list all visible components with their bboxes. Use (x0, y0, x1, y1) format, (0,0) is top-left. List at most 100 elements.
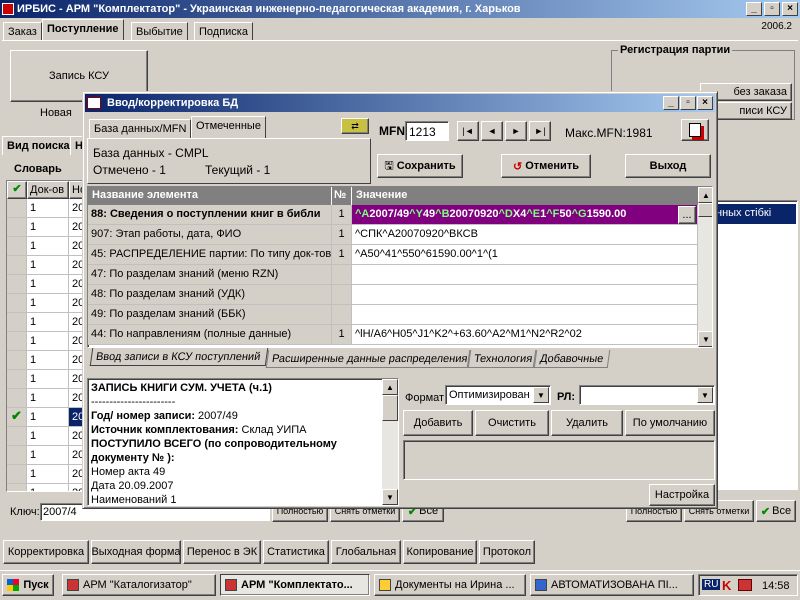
save-button[interactable]: 🖫 Сохранить (377, 154, 463, 178)
grid-row-docs[interactable]: 1 (27, 465, 69, 484)
grid-row-docs[interactable]: 1 (27, 332, 69, 351)
grid-row-docs[interactable]: 1 (27, 484, 69, 491)
delete-button[interactable]: Удалить (551, 410, 623, 436)
bottom-tab-5[interactable]: Глобальная (331, 540, 401, 564)
dialog-minimize-button[interactable]: _ (663, 96, 679, 110)
grid-row-check[interactable] (7, 332, 27, 351)
close-button[interactable]: × (782, 2, 798, 16)
field-value-selected[interactable]: ^A2007/49^Y49^B20070920^DX4^E1^F50^G1590… (352, 205, 698, 225)
subtab-4[interactable]: Добавочные (533, 350, 611, 368)
tab-disposal[interactable]: Выбытие (131, 22, 188, 41)
field-name[interactable]: 48: По разделам знаний (УДК) (88, 285, 332, 305)
grid-row-check[interactable] (7, 313, 27, 332)
grid-row-docs[interactable]: 1 (27, 370, 69, 389)
tab-subscription[interactable]: Подписка (194, 22, 253, 41)
marked-toggle-button[interactable]: ⇄ (341, 118, 369, 134)
field-name[interactable]: 44: По направлениям (полные данные) (88, 325, 332, 345)
grid-row-docs[interactable]: 1 (27, 313, 69, 332)
bottom-tab-6[interactable]: Копирование (403, 540, 477, 564)
format-dropdown-arrow[interactable]: ▼ (533, 387, 549, 403)
bottom-tab-2[interactable]: Выходная форма (91, 540, 181, 564)
grid-row-check[interactable] (7, 218, 27, 237)
subtab-1[interactable]: Ввод записи в КСУ поступлений (89, 348, 269, 366)
grid-row-check[interactable]: ✔ (7, 408, 27, 427)
ellipsis-button[interactable]: ... (678, 206, 696, 224)
preview-scroll-thumb[interactable] (382, 395, 398, 421)
rl-select[interactable]: ▼ (579, 385, 715, 405)
grid-row-docs[interactable]: 1 (27, 256, 69, 275)
settings-button[interactable]: Настройка (649, 484, 715, 506)
preview-scroll-up-arrow[interactable]: ▲ (382, 379, 398, 395)
kaspersky-icon[interactable]: K (722, 578, 731, 593)
exit-button[interactable]: Выход (625, 154, 711, 178)
bottom-tab-3[interactable]: Перенос в ЭК (183, 540, 261, 564)
start-button[interactable]: Пуск (2, 574, 54, 596)
maximize-button[interactable]: ▫ (764, 2, 780, 16)
grid-row-check[interactable] (7, 465, 27, 484)
add-button[interactable]: Добавить (403, 410, 473, 436)
rl-dropdown-arrow[interactable]: ▼ (697, 387, 713, 403)
subtab-2[interactable]: Расширенные данные распределения (265, 350, 471, 368)
preview-scroll-down-arrow[interactable]: ▼ (382, 489, 398, 505)
grid-row-check[interactable] (7, 484, 27, 491)
print-button[interactable] (681, 119, 709, 141)
grid-row-check[interactable] (7, 370, 27, 389)
bottom-tab-4[interactable]: Статистика (263, 540, 329, 564)
default-button[interactable]: По умолчанию (625, 410, 715, 436)
taskbar-item-3[interactable]: Документы на Ирина ... (374, 574, 526, 596)
cancel-button[interactable]: ↺ Отменить (501, 154, 591, 178)
nav-button-last[interactable]: ►| (529, 121, 551, 141)
field-value[interactable] (352, 305, 698, 325)
nav-button-next[interactable]: ► (505, 121, 527, 141)
grid-row-check[interactable] (7, 256, 27, 275)
mfn-input[interactable]: 1213 (405, 121, 449, 141)
grid-row-docs[interactable]: 1 (27, 275, 69, 294)
field-value[interactable] (352, 285, 698, 305)
grid-row-docs[interactable]: 1 (27, 218, 69, 237)
grid-row-check[interactable] (7, 351, 27, 370)
taskbar-item-1[interactable]: АРМ "Каталогизатор" (62, 574, 216, 596)
field-value[interactable]: ^lH/A6^H05^J1^K2^+63.60^A2^M1^N2^R2^02 (352, 325, 698, 345)
field-value[interactable]: ^CПК^A20070920^BКСВ (352, 225, 698, 245)
clear-button[interactable]: Очистить (475, 410, 549, 436)
grid-row-docs[interactable]: 1 (27, 408, 69, 427)
nav-button-first[interactable]: |◄ (457, 121, 479, 141)
minimize-button[interactable]: _ (746, 2, 762, 16)
fields-grid[interactable]: Название элемента № Значение 88: Сведени… (87, 186, 713, 348)
grid-row-docs[interactable]: 1 (27, 294, 69, 313)
grid-scroll-up-arrow[interactable]: ▲ (698, 187, 712, 203)
grid-row-check[interactable] (7, 427, 27, 446)
dialog-maximize-button[interactable]: ▫ (680, 96, 696, 110)
field-name[interactable]: 47: По разделам знаний (меню RZN) (88, 265, 332, 285)
grid-row-docs[interactable]: 1 (27, 237, 69, 256)
grid-row-docs[interactable]: 1 (27, 446, 69, 465)
grid-row-docs[interactable]: 1 (27, 427, 69, 446)
language-indicator[interactable]: RU (702, 579, 721, 590)
tab-marked[interactable]: Отмеченные (191, 116, 266, 138)
tab-receipt[interactable]: Поступление (42, 19, 124, 41)
field-value[interactable]: ^A50^41^550^61590.00^1^(1 (352, 245, 698, 265)
record-preview[interactable]: ЗАПИСЬ КНИГИ СУМ. УЧЕТА (ч.1) -----------… (87, 378, 399, 506)
field-name[interactable]: 907: Этап работы, дата, ФИО (88, 225, 332, 245)
right-list[interactable] (712, 200, 798, 490)
field-name[interactable]: 49: По разделам знаний (ББК) (88, 305, 332, 325)
dialog-close-button[interactable]: × (697, 96, 713, 110)
grid-row-check[interactable] (7, 446, 27, 465)
dictionary-grid[interactable]: ✔ Док-ов Но 1 20 1 20 1 20 1 20 1 20 1 20 1 20 1 20 1 20 1… (6, 180, 86, 492)
grid-row-check[interactable] (7, 199, 27, 218)
format-select[interactable]: Оптимизирован ▼ (445, 385, 551, 405)
nav-button-prev[interactable]: ◄ (481, 121, 503, 141)
field-name[interactable]: 45: РАСПРЕДЕЛЕНИЕ партии: По типу док-то… (88, 245, 332, 265)
all-button-right[interactable]: ✔ Все (756, 500, 796, 522)
grid-row-check[interactable] (7, 294, 27, 313)
grid-row-docs[interactable]: 1 (27, 199, 69, 218)
field-name[interactable]: 88: Сведения о поступлении книг в библи (88, 205, 332, 225)
network-icon[interactable] (738, 579, 752, 591)
grid-scroll-down-arrow[interactable]: ▼ (698, 331, 712, 347)
field-value[interactable] (352, 265, 698, 285)
taskbar-item-4[interactable]: АВТОМАТИЗОВАНА ПІ... (530, 574, 694, 596)
tab-database-mfn[interactable]: База данных/MFN (89, 119, 192, 139)
grid-row-docs[interactable]: 1 (27, 351, 69, 370)
subtab-3[interactable]: Технология (467, 350, 537, 368)
bottom-tab-1[interactable]: Корректировка (3, 540, 89, 564)
